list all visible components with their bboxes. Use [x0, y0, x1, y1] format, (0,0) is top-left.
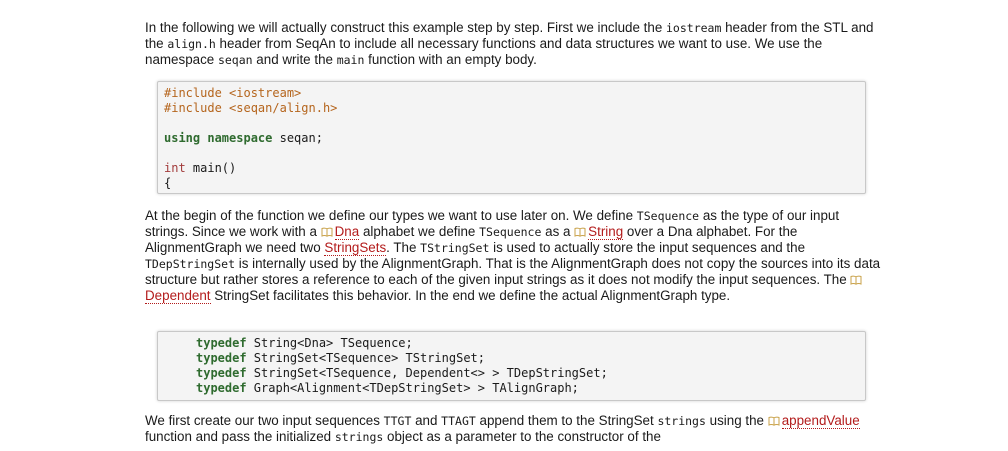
inline-code: strings [657, 414, 706, 428]
keyword: typedef [196, 336, 247, 350]
code-text: StringSet<TSequence, Dependent<> > TDepS… [246, 366, 608, 380]
text: In the following we will actually constr… [145, 20, 666, 35]
paragraph-intro: In the following we will actually constr… [145, 20, 885, 68]
text: alphabet we define [359, 224, 480, 239]
code-line: #include <iostream> [164, 86, 302, 100]
link-dna[interactable]: Dna [334, 224, 360, 240]
code-line: int main() [164, 161, 236, 176]
text: At the begin of the function we define o… [145, 208, 637, 223]
code-line: #include <seqan/align.h> [164, 101, 338, 115]
code-line: using namespace seqan; [164, 131, 323, 146]
text: and write the [252, 52, 337, 67]
inline-code: TTGT [383, 414, 412, 428]
link-appendvalue[interactable]: appendValue [781, 413, 860, 429]
code-line: typedef String<Dna> TSequence; [196, 336, 413, 351]
inline-code: TDepStringSet [145, 257, 236, 271]
keyword: typedef [196, 366, 247, 380]
keyword: using namespace [164, 131, 273, 145]
inline-code: iostream [666, 21, 722, 35]
text: is used to actually store the input sequ… [489, 240, 806, 255]
inline-code: TSequence [479, 225, 542, 239]
code-line: typedef StringSet<TSequence> TStringSet; [196, 351, 485, 366]
code-text: String<Dna> TSequence; [246, 336, 413, 350]
inline-code: strings [334, 430, 384, 444]
text: We first create our two input sequences [145, 413, 384, 428]
text: append them to the StringSet [475, 413, 658, 428]
inline-code: main [336, 53, 365, 67]
text: and [411, 413, 442, 428]
link-stringsets[interactable]: StringSets [324, 240, 387, 256]
text: function and pass the initialized [145, 429, 335, 444]
book-icon [850, 275, 862, 285]
code-block-typedefs: typedef String<Dna> TSequence; typedef S… [157, 331, 866, 401]
link-dependent[interactable]: Dependent [145, 288, 211, 304]
type-keyword: int [164, 161, 186, 175]
code-line: typedef StringSet<TSequence, Dependent<>… [196, 366, 608, 381]
inline-code: TStringSet [420, 241, 490, 255]
code-text: StringSet<TSequence> TStringSet; [246, 351, 485, 365]
text: using the [705, 413, 768, 428]
inline-code: align.h [167, 37, 216, 51]
inline-code: TSequence [636, 209, 700, 223]
text: . The [386, 240, 421, 255]
code-text: seqan; [272, 131, 323, 145]
text: as a [541, 224, 575, 239]
inline-code: seqan [217, 53, 253, 67]
keyword: typedef [196, 381, 247, 395]
code-line: typedef Graph<Alignment<TDepStringSet> >… [196, 381, 579, 396]
code-text: Graph<Alignment<TDepStringSet> > TAlignG… [246, 381, 579, 395]
bottom-fade [0, 445, 1008, 451]
inline-code: TTAGT [441, 414, 476, 428]
text: is internally used by the AlignmentGraph… [145, 256, 881, 287]
text: object as a parameter to the constructor… [383, 429, 661, 444]
link-string[interactable]: String [588, 224, 624, 240]
code-line: { [164, 176, 172, 190]
keyword: typedef [196, 351, 247, 365]
book-icon [768, 416, 780, 426]
text: function with an empty body. [364, 52, 537, 67]
paragraph-types: At the begin of the function we define o… [145, 208, 885, 304]
code-text: main() [185, 161, 237, 175]
paragraph-create-sequences: We first create our two input sequences … [145, 413, 885, 445]
text: StringSet facilitates this behavior. In … [210, 288, 731, 303]
code-block-include: #include <iostream> #include <seqan/alig… [157, 81, 866, 194]
book-icon [321, 227, 333, 237]
book-icon [574, 227, 586, 237]
